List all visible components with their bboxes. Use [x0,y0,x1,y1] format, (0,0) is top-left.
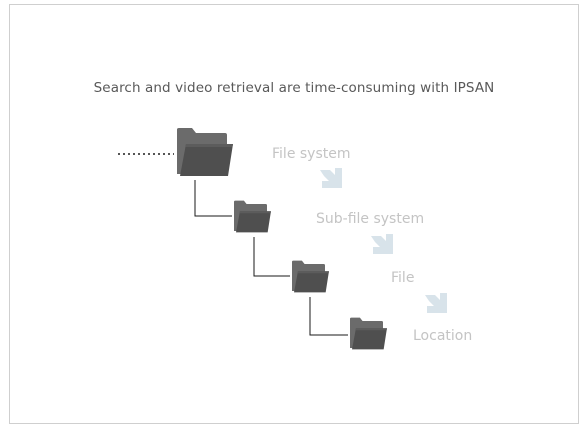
level-label-location: Location [413,328,473,344]
folder-icon [177,128,233,176]
folder-hierarchy-diagram [118,128,447,350]
tree-connector-3 [309,297,348,336]
down-right-arrow-icon [425,293,447,313]
folder-icon [234,200,271,233]
level-label-sub-file-system: Sub-file system [316,211,425,227]
folder-icon [292,260,329,293]
down-right-arrow-icon [320,168,342,188]
level-label-file: File [391,270,415,286]
down-right-arrow-icon [371,234,393,254]
level-label-file-system: File system [272,146,351,162]
tree-connector-1 [194,180,232,217]
tree-connector-2 [253,237,290,277]
folder-icon [350,317,387,350]
